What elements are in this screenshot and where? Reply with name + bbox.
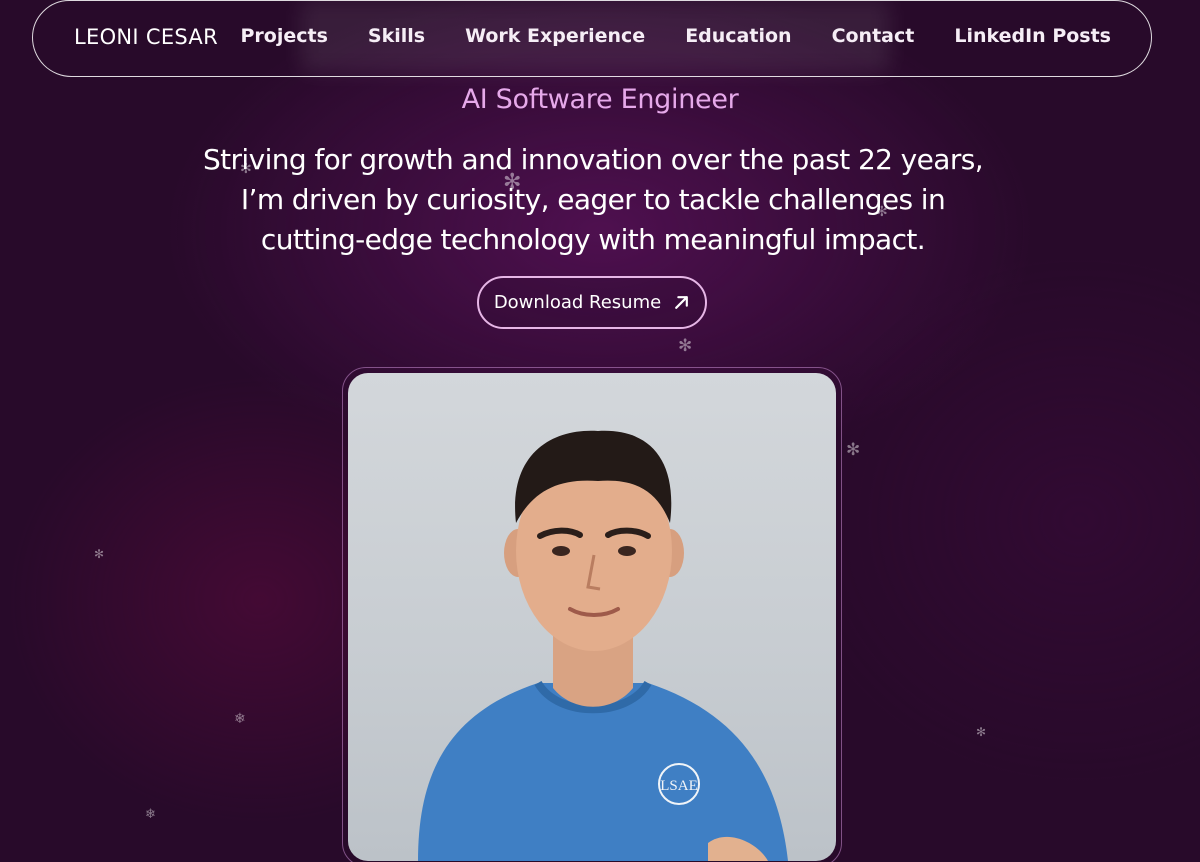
- snowflake-icon: ✻: [94, 547, 105, 561]
- nav-link-work-experience[interactable]: Work Experience: [465, 25, 645, 47]
- brand-logo[interactable]: LEONI CESAR: [74, 25, 218, 49]
- snowflake-icon: ✻: [503, 170, 522, 195]
- snowflake-icon: ✻: [678, 336, 693, 356]
- nav-link-education[interactable]: Education: [685, 25, 791, 47]
- snowflake-icon: ✻: [976, 725, 987, 739]
- shirt-logo-text: LSAE: [660, 778, 698, 794]
- nav-link-projects[interactable]: Projects: [240, 25, 327, 47]
- profile-photo: LSAE: [348, 373, 836, 861]
- arrow-up-right-icon: [675, 296, 689, 309]
- nav-link-contact[interactable]: Contact: [832, 25, 915, 47]
- hero-role: AI Software Engineer: [461, 84, 739, 115]
- navbar: LEONI CESAR Projects Skills Work Experie…: [32, 0, 1152, 77]
- snowflake-icon: ✻: [876, 204, 888, 220]
- nav-link-skills[interactable]: Skills: [368, 25, 425, 47]
- nav-link-linkedin-posts[interactable]: LinkedIn Posts: [954, 25, 1111, 47]
- download-resume-button[interactable]: Download Resume: [477, 276, 707, 329]
- profile-portrait-illustration: LSAE: [418, 430, 788, 861]
- snowflake-icon: ✻: [240, 161, 252, 177]
- download-resume-label: Download Resume: [493, 292, 662, 313]
- snowflake-icon: ❄: [234, 711, 246, 727]
- hero-tagline: Striving for growth and innovation over …: [202, 143, 984, 256]
- snowflake-icon: ❄: [145, 807, 156, 822]
- snowflake-icon: ✻: [846, 440, 861, 460]
- nav-links: Projects Skills Work Experience Educatio…: [240, 25, 1111, 47]
